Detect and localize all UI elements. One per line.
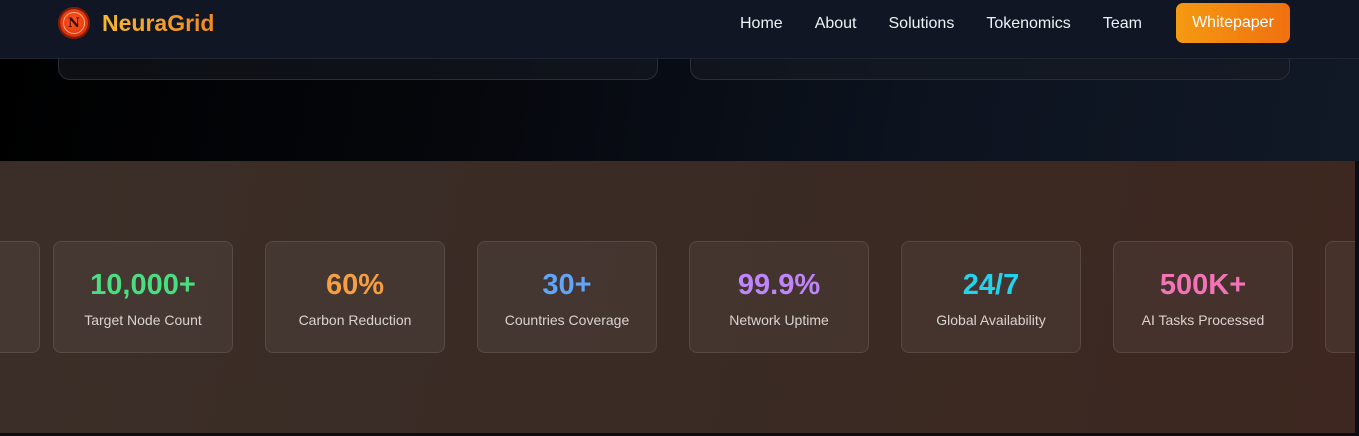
- nav-link-tokenomics[interactable]: Tokenomics: [986, 15, 1070, 33]
- logo-letter: N: [63, 12, 85, 34]
- whitepaper-button[interactable]: Whitepaper: [1176, 3, 1290, 43]
- navbar: N NeuraGrid Home About Solutions Tokenom…: [0, 0, 1359, 59]
- stat-label: Network Uptime: [729, 312, 829, 328]
- stat-card-partial-left: [0, 241, 40, 353]
- nav-links: Home About Solutions Tokenomics Team: [740, 14, 1174, 34]
- stat-card-node-count: 10,000+ Target Node Count: [53, 241, 233, 353]
- stat-card-global-availability: 24/7 Global Availability: [901, 241, 1081, 353]
- stat-card-network-uptime: 99.9% Network Uptime: [689, 241, 869, 353]
- logo-icon: N: [58, 7, 90, 39]
- stat-value: 99.9%: [737, 269, 821, 301]
- stat-card-carbon-reduction: 60% Carbon Reduction: [265, 241, 445, 353]
- nav-link-team[interactable]: Team: [1103, 15, 1142, 33]
- stat-card-partial-right: [1325, 241, 1355, 353]
- nav-link-home[interactable]: Home: [740, 15, 783, 33]
- stat-value: 24/7: [962, 269, 1020, 301]
- stat-card-countries-coverage: 30+ Countries Coverage: [477, 241, 657, 353]
- stat-label: Carbon Reduction: [298, 312, 412, 328]
- stat-value: 30+: [542, 269, 592, 301]
- page: 10,000+ Target Node Count 60% Carbon Red…: [0, 0, 1359, 436]
- stat-label: AI Tasks Processed: [1141, 312, 1265, 328]
- stat-label: Global Availability: [936, 312, 1046, 328]
- stat-value: 10,000+: [90, 269, 196, 301]
- stats-section: 10,000+ Target Node Count 60% Carbon Red…: [0, 161, 1355, 433]
- brand-name: NeuraGrid: [102, 9, 215, 36]
- stat-card-ai-tasks: 500K+ AI Tasks Processed: [1113, 241, 1293, 353]
- page-edge: [1355, 161, 1359, 436]
- nav-link-solutions[interactable]: Solutions: [889, 15, 955, 33]
- brand[interactable]: N NeuraGrid: [58, 7, 214, 39]
- nav-link-about[interactable]: About: [815, 15, 857, 33]
- stat-value: 500K+: [1159, 269, 1247, 301]
- stat-value: 60%: [325, 269, 385, 301]
- stat-label: Target Node Count: [84, 312, 202, 328]
- stat-label: Countries Coverage: [504, 312, 630, 328]
